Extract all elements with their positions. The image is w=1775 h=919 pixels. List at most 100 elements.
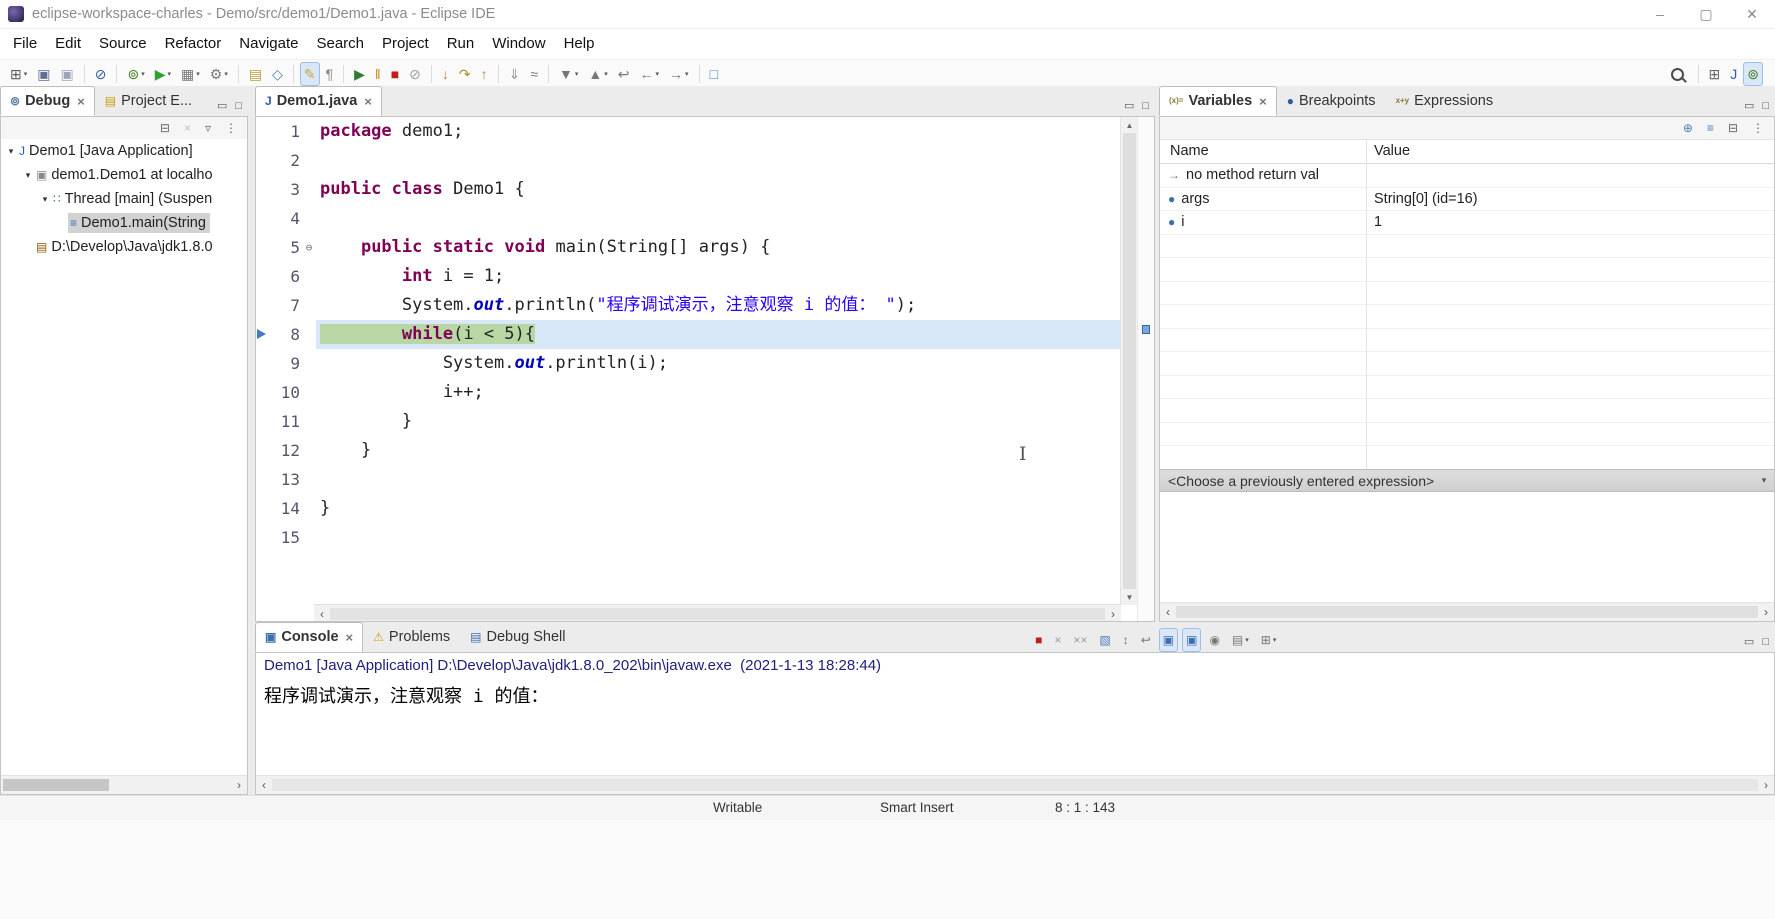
line-number[interactable]: 9 (268, 349, 302, 378)
code-text[interactable] (316, 523, 1121, 552)
display-selected-console-button[interactable]: ▤ (1228, 628, 1253, 652)
annotation-ruler-cell[interactable] (256, 117, 268, 146)
view-menu-button[interactable]: ⋮ (221, 116, 241, 140)
editor-vertical-scrollbar[interactable] (1120, 117, 1138, 605)
close-tab-icon[interactable] (77, 94, 85, 109)
step-return-button[interactable]: ↑ (477, 62, 492, 86)
annotation-ruler-cell[interactable] (256, 436, 268, 465)
expression-prompt-bar[interactable]: <Choose a previously entered expression> (1160, 469, 1774, 492)
line-number[interactable]: 14 (268, 494, 302, 523)
mark-occurrences-button[interactable]: ✎ (299, 62, 320, 86)
chevron-down-icon[interactable] (1754, 475, 1774, 486)
code-text[interactable]: } (316, 494, 1121, 523)
expander-icon[interactable]: ▾ (22, 170, 34, 181)
pin-console-button[interactable]: ◉ (1205, 628, 1223, 652)
annotation-ruler-cell[interactable] (256, 320, 268, 349)
code-text[interactable]: } (316, 436, 1121, 465)
variables-horizontal-scrollbar[interactable] (1160, 602, 1774, 621)
close-tab-icon[interactable] (346, 630, 354, 645)
line-number[interactable]: 8 (268, 320, 302, 349)
debug-tree-item[interactable]: ▾ ∷ Thread [main] (Suspen (1, 187, 247, 211)
maximize-view-button[interactable] (235, 100, 242, 112)
annotation-ruler-cell[interactable] (256, 262, 268, 291)
open-new-window-button[interactable]: □ (706, 62, 722, 86)
annotation-ruler-cell[interactable] (256, 291, 268, 320)
annotation-ruler-cell[interactable] (256, 523, 268, 552)
code-text[interactable]: i++; (316, 378, 1121, 407)
menu-file[interactable]: File (4, 29, 46, 59)
scroll-left-icon[interactable] (314, 605, 330, 623)
maximize-view-button[interactable] (1142, 100, 1149, 112)
use-step-filters-button[interactable]: ≈ (526, 62, 542, 86)
menu-edit[interactable]: Edit (46, 29, 90, 59)
annotation-ruler-cell[interactable] (256, 146, 268, 175)
column-header-value[interactable]: Value (1366, 143, 1774, 159)
overview-ruler[interactable] (1137, 117, 1154, 621)
editor-horizontal-scrollbar[interactable] (314, 604, 1121, 621)
annotation-ruler-cell[interactable] (256, 407, 268, 436)
line-number[interactable]: 12 (268, 436, 302, 465)
close-tab-icon[interactable] (364, 94, 372, 109)
right-tab-variables[interactable]: (x)= Variables (1159, 86, 1277, 116)
line-number[interactable]: 1 (268, 117, 302, 146)
debug-horizontal-scrollbar[interactable] (1, 775, 247, 794)
menu-source[interactable]: Source (90, 29, 156, 59)
suspend-button[interactable]: ‖ (371, 62, 385, 86)
remove-all-terminated-button[interactable]: × (180, 116, 195, 140)
editor-tab-demo1-java[interactable]: J Demo1.java (255, 86, 382, 116)
debug-button[interactable]: ⊚ (123, 62, 148, 86)
menu-refactor[interactable]: Refactor (156, 29, 231, 59)
clear-console-button[interactable]: ▧ (1095, 628, 1114, 652)
line-number[interactable]: 7 (268, 291, 302, 320)
run-button[interactable]: ▶ (151, 62, 175, 86)
menu-navigate[interactable]: Navigate (230, 29, 307, 59)
skip-all-breakpoints-button[interactable]: ⊘ (91, 62, 111, 86)
close-tab-icon[interactable] (1259, 94, 1267, 109)
code-editor[interactable]: 1 package demo1; 2 3 public class Demo1 {4 5 ⊖… (256, 117, 1121, 605)
maximize-window-button[interactable]: ▢ (1683, 0, 1729, 28)
terminate-button[interactable]: ■ (1031, 628, 1046, 652)
new-java-project-button[interactable]: ▤ (245, 62, 266, 86)
save-button[interactable]: ▣ (33, 62, 54, 86)
annotation-ruler-cell[interactable] (256, 494, 268, 523)
debug-tree-item[interactable]: ▤ D:\Develop\Java\jdk1.8.0 (1, 235, 247, 259)
line-number[interactable]: 6 (268, 262, 302, 291)
code-text[interactable]: public class Demo1 { (316, 175, 1121, 204)
right-tab-breakpoints[interactable]: ● Breakpoints (1277, 86, 1386, 116)
scrollbar-thumb[interactable] (330, 608, 1105, 620)
variable-row[interactable]: → no method return val (1160, 164, 1774, 188)
line-number[interactable]: 13 (268, 465, 302, 494)
collapse-all-button[interactable]: ⊟ (1724, 116, 1742, 140)
view-menu-button[interactable]: ⋮ (1748, 116, 1768, 140)
menu-project[interactable]: Project (373, 29, 438, 59)
scrollbar-thumb[interactable] (1123, 133, 1136, 589)
new-wizard-button[interactable]: ⊞ (6, 62, 31, 86)
show-logical-structures-button[interactable]: ⊕ (1679, 116, 1697, 140)
drop-to-frame-button[interactable]: ⇓ (505, 62, 525, 86)
save-all-button[interactable]: ▣ (56, 62, 77, 86)
open-type-button[interactable]: ◇ (268, 62, 287, 86)
annotation-ruler-cell[interactable] (256, 465, 268, 494)
menu-search[interactable]: Search (307, 29, 373, 59)
debug-tab-project-e[interactable]: ▤ Project E... (95, 86, 202, 116)
run-external-tools-button[interactable]: ⚙ (206, 62, 232, 86)
console-output[interactable]: 程序调试演示，注意观察 i 的值： (256, 677, 1774, 776)
scroll-right-icon[interactable] (1758, 776, 1774, 794)
maximize-view-button[interactable] (1762, 100, 1769, 112)
right-tab-expressions[interactable]: x+y Expressions (1386, 86, 1504, 116)
scroll-up-icon[interactable] (1121, 117, 1138, 133)
scrollbar-thumb[interactable] (272, 779, 1758, 791)
scrollbar-thumb[interactable] (1176, 606, 1758, 618)
debug-tree-item[interactable]: ≡ Demo1.main(String (1, 211, 247, 235)
code-text[interactable] (316, 465, 1121, 494)
scroll-right-icon[interactable] (1758, 603, 1774, 621)
code-text[interactable]: public static void main(String[] args) { (316, 233, 1121, 262)
annotation-ruler-cell[interactable] (256, 349, 268, 378)
code-text[interactable]: while(i < 5){ (316, 320, 1121, 349)
menu-run[interactable]: Run (438, 29, 484, 59)
next-annotation-button[interactable]: ▼ (555, 62, 582, 86)
line-number[interactable]: 15 (268, 523, 302, 552)
annotation-ruler-cell[interactable] (256, 233, 268, 262)
column-header-name[interactable]: Name (1160, 143, 1366, 159)
minimize-view-button[interactable] (1124, 99, 1134, 112)
